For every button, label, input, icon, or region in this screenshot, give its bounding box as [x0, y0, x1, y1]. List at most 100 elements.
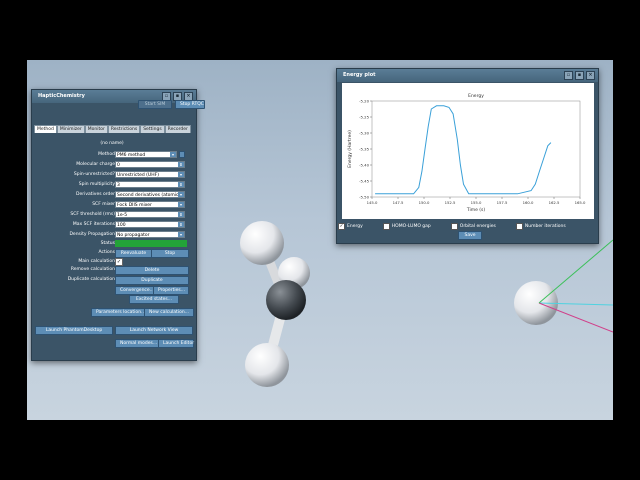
x-tick-label: 150.0 — [419, 200, 430, 205]
x-tick-label: 145.0 — [367, 200, 378, 205]
x-tick-label: 165.0 — [575, 200, 586, 205]
chevron-down-icon: ▾ — [178, 172, 184, 177]
main-calculation-checkbox[interactable]: ✓ — [115, 258, 123, 266]
number-iterations-checkbox[interactable] — [515, 222, 523, 230]
save-button[interactable]: Save — [458, 231, 482, 240]
homo-lumo-checkbox[interactable] — [382, 222, 390, 230]
launch-editor-button[interactable]: Launch Editor — [158, 339, 194, 348]
carbon-atom[interactable] — [266, 280, 306, 320]
field-value: 3 — [117, 183, 120, 188]
form-row-density: Density Propagation No propagator ▾ — [34, 231, 190, 239]
legend-label: HOMO-LUMO gap — [391, 223, 431, 229]
float-icon[interactable]: ▪ — [575, 71, 584, 80]
y-tick-label: -5.20 — [359, 98, 369, 103]
field-label: Spin multiplicity — [78, 182, 115, 187]
reevaluate-button[interactable]: Reevaluate — [115, 249, 152, 258]
derivatives-order-select[interactable]: Second derivatives (atomic) ▾ — [115, 191, 185, 198]
form-row-duplicate: Duplicate calculation Duplicate — [34, 276, 190, 285]
energy-plot-titlebar[interactable]: Energy plot ▫ ▪ × — [337, 69, 598, 82]
spin-unrestricted-select[interactable]: Unrestricted (UHF) ▾ — [115, 171, 185, 178]
tab-settings[interactable]: Settings — [140, 125, 165, 133]
stop-button[interactable]: Stop — [151, 249, 189, 258]
x-tick-label: 160.0 — [523, 200, 534, 205]
form-row-actions: Actions Reevaluate Stop — [34, 249, 190, 258]
y-tick-label: -5.40 — [359, 162, 369, 167]
actions-label: Actions — [98, 250, 115, 255]
legend-orbital-energies[interactable]: Orbital energies — [450, 222, 496, 230]
legend-number-iterations[interactable]: Number iterations — [515, 222, 566, 230]
legend-energy[interactable]: ✓ Energy — [338, 222, 363, 230]
legend-label: Number iterations — [524, 223, 566, 229]
form-row-method: Method PM6 method ▾ — [34, 151, 190, 159]
scf-mixer-select[interactable]: Fock DIIS mixer ▾ — [115, 201, 185, 208]
legend-label: Energy — [347, 223, 363, 229]
y-tick-label: -5.45 — [359, 178, 369, 183]
hydrogen-atom[interactable] — [245, 343, 289, 387]
form-row-max-scf: Max SCF iterations 100 ⬍ — [34, 221, 190, 229]
tab-minimizer[interactable]: Minimizer — [56, 125, 85, 133]
tab-recorder[interactable]: Recorder — [164, 125, 191, 133]
y-tick-label: -5.35 — [359, 146, 369, 151]
form-row-spin-unrestricted: Spin-unrestricted? Unrestricted (UHF) ▾ — [34, 171, 190, 179]
x-tick-label: 147.5 — [393, 200, 404, 205]
field-value: Second derivatives (atomic) — [117, 193, 181, 198]
form-row-charge: Molecular charge 0 ⬍ — [34, 161, 190, 169]
chevron-down-icon: ▾ — [178, 202, 184, 207]
spinner-arrows-icon[interactable]: ⬍ — [178, 182, 184, 187]
form-row-status: Status — [34, 240, 190, 248]
chart-title: Energy — [468, 93, 484, 99]
spinner-arrows-icon[interactable]: ⬍ — [178, 222, 184, 227]
spinner-arrows-icon[interactable]: ⬍ — [178, 212, 184, 217]
properties-button[interactable]: Properties... — [153, 286, 189, 295]
calculation-name: (no name) — [100, 141, 124, 146]
density-propagation-select[interactable]: No propagator ▾ — [115, 231, 185, 238]
form-row-scf-threshold: SCF threshold (rms) 1e-5 ⬍ — [34, 211, 190, 219]
x-tick-label: 162.5 — [549, 200, 560, 205]
excited-states-button[interactable]: Excited states... — [129, 295, 179, 304]
y-axis-label: Energy (Hartree) — [347, 130, 353, 168]
method-select[interactable]: PM6 method ▾ — [115, 151, 177, 158]
field-value: No propagator — [117, 233, 150, 238]
stop-rtqc-button[interactable]: Stop RTQC — [175, 100, 205, 109]
energy-plot-window: Energy plot ▫ ▪ × Energy 145.0 147.5 150.0 1… — [336, 68, 599, 244]
tab-monitor[interactable]: Monitor — [84, 125, 108, 133]
new-calculation-button[interactable]: New calculation... — [144, 308, 194, 317]
start-sim-button[interactable]: Start SIM — [138, 100, 172, 109]
close-icon[interactable]: × — [586, 71, 595, 80]
plot-options-row: ✓ Energy HOMO-LUMO gap Orbital energies … — [338, 222, 596, 230]
spinner-arrows-icon[interactable]: ⬍ — [178, 162, 184, 167]
legend-homo-lumo[interactable]: HOMO-LUMO gap — [382, 222, 431, 230]
scf-threshold-spinner[interactable]: 1e-5 ⬍ — [115, 211, 185, 218]
x-axis-label: Time (s) — [466, 207, 486, 213]
orbital-energies-checkbox[interactable] — [450, 222, 458, 230]
duplicate-button[interactable]: Duplicate — [115, 276, 189, 285]
convergence-button[interactable]: Convergence... — [115, 286, 155, 295]
molecular-charge-spinner[interactable]: 0 ⬍ — [115, 161, 185, 168]
parameters-location-button[interactable]: Parameters location... — [91, 308, 146, 317]
restore-icon[interactable]: ▫ — [564, 71, 573, 80]
tab-method[interactable]: Method — [34, 125, 57, 133]
field-label: Molecular charge — [76, 162, 115, 167]
x-tick-label: 155.0 — [471, 200, 482, 205]
energy-checkbox[interactable]: ✓ — [338, 222, 345, 230]
field-label: SCF threshold (rms) — [70, 212, 115, 217]
hydrogen-atom[interactable] — [240, 221, 284, 265]
normal-modes-button[interactable]: Normal modes... — [115, 339, 161, 348]
tab-restrictions[interactable]: Restrictions — [107, 125, 141, 133]
energy-chart-area: Energy 145.0 147.5 150.0 152.5 155.0 157.5 160.… — [342, 83, 594, 219]
y-tick-label: -5.30 — [359, 130, 369, 135]
max-scf-iterations-spinner[interactable]: 100 ⬍ — [115, 221, 185, 228]
field-label: Spin-unrestricted? — [73, 172, 115, 177]
field-value: 100 — [117, 223, 126, 228]
x-tick-label: 157.5 — [497, 200, 508, 205]
spin-multiplicity-spinner[interactable]: 3 ⬍ — [115, 181, 185, 188]
method-tab-body: (no name) Method PM6 method ▾ Molecular … — [34, 134, 194, 324]
y-tick-label: -5.50 — [359, 194, 369, 199]
field-value: Fock DIIS mixer — [117, 203, 152, 208]
form-row-spin-multiplicity: Spin multiplicity 3 ⬍ — [34, 181, 190, 189]
delete-button[interactable]: Delete — [115, 266, 189, 275]
launch-phantomdesktop-button[interactable]: Launch PhantomDesktop — [35, 326, 113, 335]
panel-title: HapticChemistry — [38, 93, 85, 99]
launch-network-view-button[interactable]: Launch Network View — [115, 326, 193, 335]
method-options-button[interactable] — [179, 151, 185, 158]
